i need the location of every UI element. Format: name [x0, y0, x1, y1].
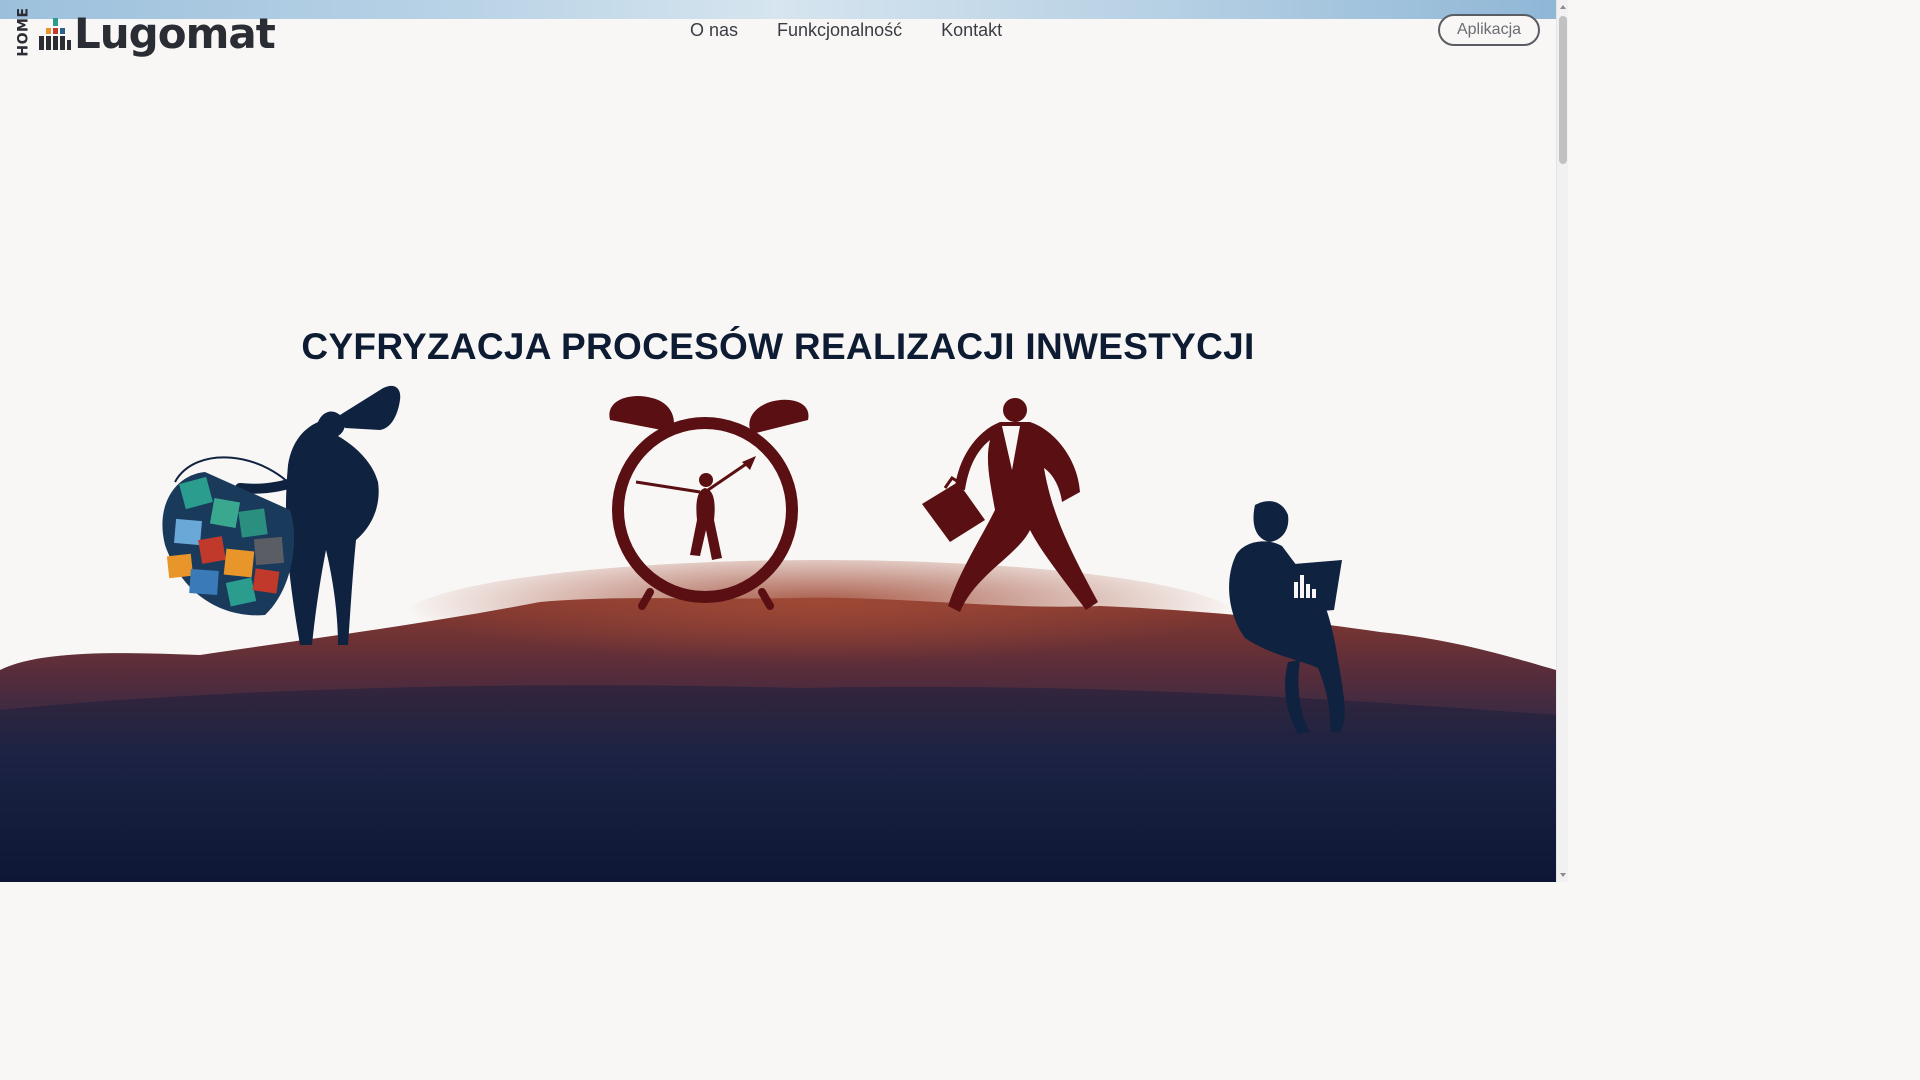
- megaphone-figure: [162, 385, 401, 645]
- megaphone-icon: [340, 385, 401, 430]
- laptop-chart-icon: [1262, 560, 1342, 616]
- nav-item-kontakt[interactable]: Kontakt: [941, 18, 1002, 42]
- icon-bag: [162, 472, 295, 616]
- nav-item-o-nas[interactable]: O nas: [690, 18, 738, 42]
- page: HOME Lugomat O nas Funkcjonalność Kontak…: [0, 0, 1568, 882]
- main-nav: O nas Funkcjonalność Kontakt: [690, 18, 1002, 42]
- home-label: HOME: [16, 7, 32, 57]
- logo-bars-icon: [39, 18, 71, 50]
- scroll-down-icon[interactable]: [1559, 871, 1567, 879]
- app-button[interactable]: Aplikacja: [1438, 14, 1540, 46]
- home-link[interactable]: HOME: [14, 7, 34, 57]
- logo[interactable]: Lugomat: [38, 8, 276, 58]
- logo-text: Lugomat: [74, 9, 276, 58]
- site-header: HOME Lugomat O nas Funkcjonalność Kontak…: [0, 0, 1556, 62]
- scroll-up-icon[interactable]: [1559, 3, 1567, 11]
- hero-illustration: [0, 385, 1556, 882]
- briefcase-icon: [922, 475, 985, 542]
- hero-title: CYFRYZACJA PROCESÓW REALIZACJI INWESTYCJ…: [301, 326, 1255, 367]
- nav-item-funkcjonalnosc[interactable]: Funkcjonalność: [777, 18, 902, 42]
- page-scrollbar[interactable]: [1556, 0, 1568, 882]
- scrollbar-thumb[interactable]: [1559, 16, 1567, 164]
